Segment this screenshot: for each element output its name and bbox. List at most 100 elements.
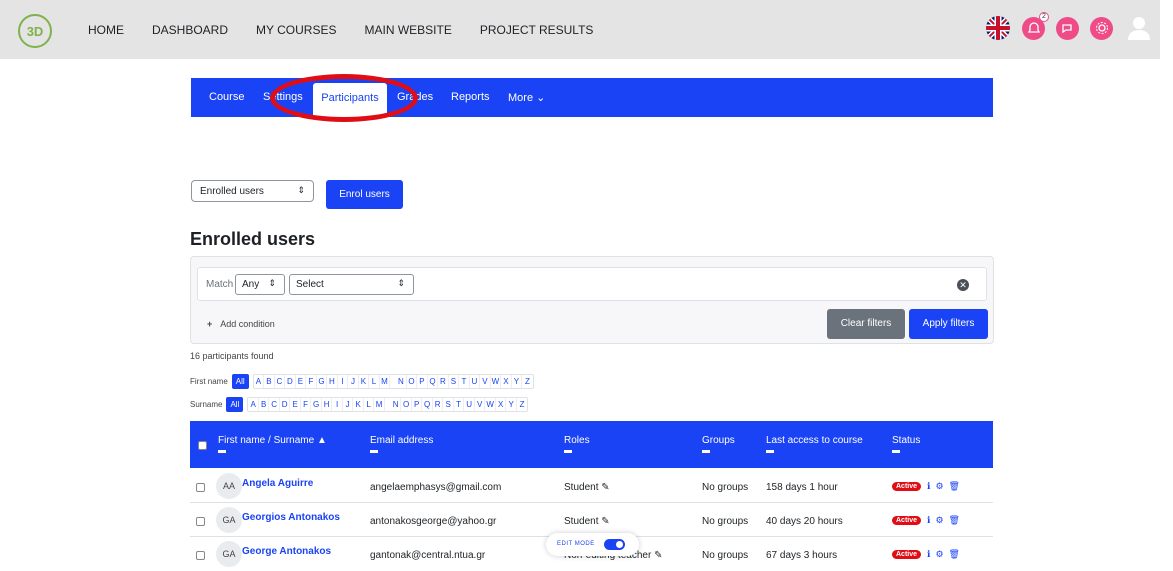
surname-letter-k[interactable]: K [353, 398, 364, 411]
toggle-switch[interactable] [604, 539, 625, 550]
user-name-link[interactable]: Angela Aguirre [242, 478, 313, 489]
col-roles[interactable]: Roles [564, 435, 590, 453]
tab-reports[interactable]: Reports [451, 91, 490, 103]
enrol-users-button[interactable]: Enrol users [326, 180, 403, 209]
clear-filters-button[interactable]: Clear filters [827, 309, 905, 339]
pencil-icon[interactable]: ✎ [654, 550, 662, 561]
pencil-icon[interactable]: ✎ [601, 482, 609, 493]
surname-letter-e[interactable]: E [290, 398, 301, 411]
surname-letter-m[interactable]: M [374, 398, 385, 411]
surname-letter-u[interactable]: U [464, 398, 475, 411]
nav-dashboard[interactable]: DASHBOARD [152, 23, 228, 37]
row-checkbox[interactable] [196, 551, 205, 560]
surname-letter-z[interactable]: Z [517, 398, 528, 411]
firstname-letter-i[interactable]: I [338, 375, 349, 388]
row-checkbox[interactable] [196, 517, 205, 526]
firstname-letter-b[interactable]: B [264, 375, 275, 388]
surname-letter-i[interactable]: I [332, 398, 343, 411]
gear-icon[interactable]: ⚙ [935, 515, 943, 526]
settings-button[interactable] [1090, 16, 1113, 40]
firstname-letter-p[interactable]: P [417, 375, 428, 388]
nav-home[interactable]: HOME [88, 23, 124, 37]
notifications-button[interactable]: 2 [1022, 11, 1049, 40]
nav-my-courses[interactable]: MY COURSES [256, 23, 336, 37]
firstname-letter-o[interactable]: O [407, 375, 418, 388]
surname-letter-o[interactable]: O [401, 398, 412, 411]
surname-letter-j[interactable]: J [343, 398, 354, 411]
info-icon[interactable]: ℹ [927, 549, 930, 560]
firstname-letter-q[interactable]: Q [428, 375, 439, 388]
collapse-dash-icon[interactable] [702, 450, 710, 453]
tab-more[interactable]: More ⌄ [508, 91, 545, 104]
pencil-icon[interactable]: ✎ [601, 516, 609, 527]
surname-all-button[interactable]: All [226, 397, 244, 412]
surname-letter-p[interactable]: P [412, 398, 423, 411]
trash-icon[interactable]: 🗑 [949, 549, 960, 560]
gear-icon[interactable]: ⚙ [935, 549, 943, 560]
surname-letter-x[interactable]: X [496, 398, 507, 411]
col-email[interactable]: Email address [370, 435, 433, 453]
uk-flag-icon[interactable] [986, 16, 1010, 40]
firstname-letter-g[interactable]: G [317, 375, 328, 388]
col-groups[interactable]: Groups [702, 435, 735, 453]
col-name[interactable]: First name / Surname ▲ [218, 435, 327, 453]
firstname-letter-u[interactable]: U [470, 375, 481, 388]
collapse-dash-icon[interactable] [564, 450, 572, 453]
info-icon[interactable]: ℹ [927, 515, 930, 526]
surname-letter-w[interactable]: W [485, 398, 496, 411]
surname-letter-a[interactable]: A [248, 398, 259, 411]
row-checkbox[interactable] [196, 483, 205, 492]
site-logo[interactable]: 3D [17, 13, 53, 49]
nav-project-results[interactable]: PROJECT RESULTS [480, 23, 594, 37]
surname-letter-d[interactable]: D [280, 398, 291, 411]
firstname-letter-s[interactable]: S [449, 375, 460, 388]
surname-letter-l[interactable]: L [364, 398, 375, 411]
apply-filters-button[interactable]: Apply filters [909, 309, 988, 339]
firstname-letter-z[interactable]: Z [522, 375, 533, 388]
collapse-dash-icon[interactable] [218, 450, 226, 453]
edit-mode-toggle[interactable]: EDIT MODE [546, 533, 639, 556]
firstname-letter-w[interactable]: W [491, 375, 502, 388]
surname-letter-b[interactable]: B [259, 398, 270, 411]
firstname-letter-r[interactable]: R [438, 375, 449, 388]
firstname-letter-a[interactable]: A [254, 375, 265, 388]
surname-letter-g[interactable]: G [311, 398, 322, 411]
surname-letter-c[interactable]: C [269, 398, 280, 411]
surname-letter-s[interactable]: S [443, 398, 454, 411]
firstname-letter-n[interactable]: N [396, 375, 407, 388]
firstname-letter-t[interactable]: T [459, 375, 470, 388]
firstname-letter-x[interactable]: X [501, 375, 512, 388]
surname-letter-f[interactable]: F [301, 398, 312, 411]
firstname-letter-h[interactable]: H [327, 375, 338, 388]
info-icon[interactable]: ℹ [927, 481, 930, 492]
firstname-letter-y[interactable]: Y [512, 375, 523, 388]
filter-type-select[interactable]: Select ⇕ [289, 274, 414, 295]
messages-button[interactable] [1056, 16, 1079, 40]
firstname-letter-f[interactable]: F [306, 375, 317, 388]
surname-letter-h[interactable]: H [322, 398, 333, 411]
firstname-letter-l[interactable]: L [369, 375, 380, 388]
col-last-access[interactable]: Last access to course [766, 435, 863, 453]
collapse-dash-icon[interactable] [370, 450, 378, 453]
collapse-dash-icon[interactable] [766, 450, 774, 453]
collapse-dash-icon[interactable] [892, 450, 900, 453]
surname-letter-y[interactable]: Y [506, 398, 517, 411]
firstname-letter-e[interactable]: E [296, 375, 307, 388]
firstname-letter-k[interactable]: K [359, 375, 370, 388]
firstname-letter-v[interactable]: V [480, 375, 491, 388]
remove-filter-icon[interactable]: ✕ [957, 279, 969, 291]
firstname-all-button[interactable]: All [231, 374, 249, 389]
surname-letter-v[interactable]: V [475, 398, 486, 411]
trash-icon[interactable]: 🗑 [949, 515, 960, 526]
surname-letter-q[interactable]: Q [422, 398, 433, 411]
user-avatar-icon[interactable] [1128, 16, 1150, 40]
firstname-letter-d[interactable]: D [285, 375, 296, 388]
trash-icon[interactable]: 🗑 [949, 481, 960, 492]
select-all-checkbox[interactable] [198, 441, 207, 450]
nav-main-website[interactable]: MAIN WEBSITE [364, 23, 451, 37]
participants-view-select[interactable]: Enrolled users ⇕ [191, 180, 314, 202]
surname-letter-r[interactable]: R [433, 398, 444, 411]
col-status[interactable]: Status [892, 435, 920, 453]
firstname-letter-m[interactable]: M [380, 375, 391, 388]
tab-course[interactable]: Course [209, 91, 244, 103]
